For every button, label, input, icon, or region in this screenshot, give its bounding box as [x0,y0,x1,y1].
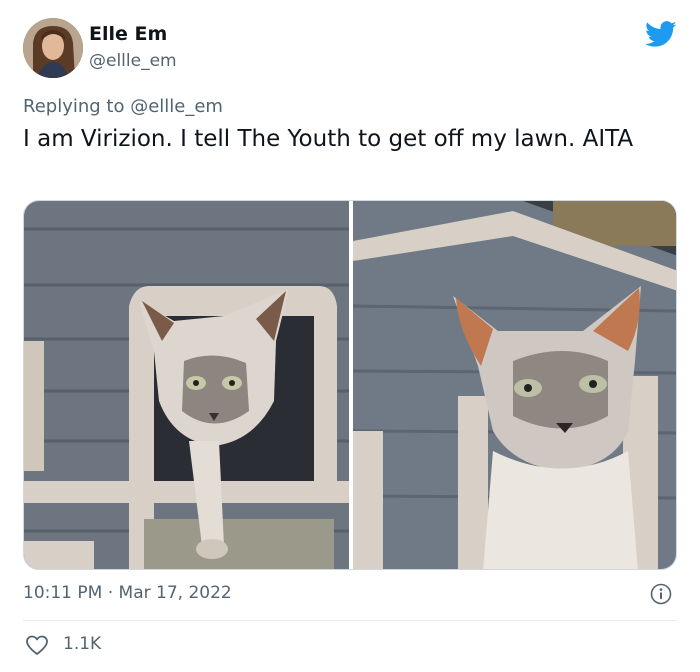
twitter-bird-icon[interactable] [645,21,677,48]
tweet-text: I am Virizion. I tell The Youth to get o… [23,126,634,152]
avatar[interactable] [23,18,83,78]
cat-photo-right [353,201,676,569]
cat-photo-left [24,201,349,569]
replying-to: Replying to @ellle_em [23,96,223,117]
avatar-image [23,18,83,78]
photo-left[interactable] [24,201,349,569]
like-count[interactable]: 1.1K [63,634,101,654]
display-name[interactable]: Elle Em [89,23,167,45]
divider [23,620,677,621]
heart-icon[interactable] [25,634,49,656]
info-icon[interactable] [650,583,672,605]
replying-to-handle[interactable]: @ellle_em [130,96,223,117]
replying-to-prefix: Replying to [23,96,131,117]
user-handle[interactable]: @ellle_em [89,51,177,71]
tweet-timestamp[interactable]: 10:11 PM · Mar 17, 2022 [23,583,232,603]
media-grid [23,200,677,570]
photo-right[interactable] [353,201,676,569]
